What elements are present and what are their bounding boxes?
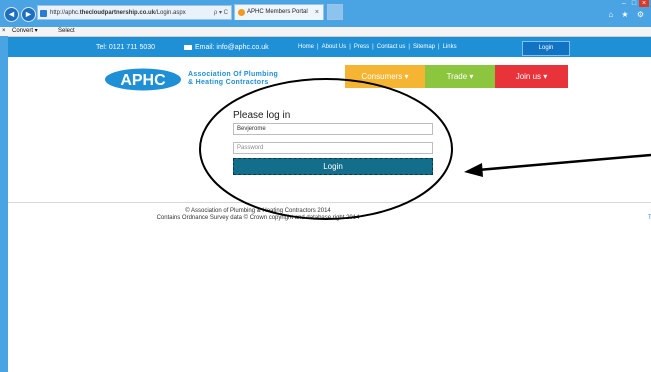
mail-icon (184, 44, 192, 50)
window-controls: – □ × (619, 0, 649, 8)
password-input[interactable]: Password (233, 142, 433, 154)
page-content: Tel: 0121 711 5030 Email: info@aphc.co.u… (8, 37, 651, 372)
site-favicon-icon (40, 10, 47, 17)
url-path: /Login.aspx (155, 10, 186, 16)
header-email-text: Email: info@aphc.co.uk (195, 44, 269, 51)
logo-line-2: & Heating Contractors (188, 79, 269, 86)
select-button[interactable]: Select (58, 27, 75, 36)
close-window-button[interactable]: × (639, 0, 649, 7)
login-heading: Please log in (233, 110, 291, 121)
header-links: Home | About Us | Press | Contact us | Sitemap | L… (298, 44, 457, 50)
new-tab-button[interactable] (327, 4, 343, 20)
url-prefix: http://aphc. (50, 10, 80, 16)
menu-trade[interactable]: Trade ▾ (425, 65, 495, 88)
nav-link-press[interactable]: Press (354, 44, 369, 50)
nav-link-links[interactable]: Links (443, 44, 457, 50)
nav-separator: | (349, 44, 351, 50)
aphc-logo[interactable]: APHC (104, 68, 182, 91)
logo-line-1: Association Of Plumbing (188, 71, 279, 78)
tab-close-icon[interactable]: × (315, 5, 319, 20)
header-email[interactable]: Email: info@aphc.co.uk (184, 44, 269, 51)
username-input[interactable]: Bevjerome (233, 123, 433, 135)
nav-separator: | (317, 44, 319, 50)
header-phone: Tel: 0121 711 5030 (96, 44, 156, 51)
title-bar: ◄ ► http://aphc.thecloudpartnership.co.u… (0, 0, 651, 30)
footer-copyright: © Association of Plumbing & Heating Cont… (185, 208, 331, 214)
forward-button[interactable]: ► (21, 7, 36, 22)
header-login-button[interactable]: Login (522, 41, 570, 56)
menu-join-us[interactable]: Join us ▾ (495, 65, 568, 88)
window-frame-left (0, 36, 8, 372)
nav-link-about-us[interactable]: About Us (322, 44, 347, 50)
select-label: Select (58, 28, 75, 34)
browser-tools-icons[interactable]: ⌂ ★ ⚙ (608, 10, 647, 19)
nav-separator: | (408, 44, 410, 50)
command-bar-close-icon[interactable]: × (2, 27, 6, 36)
login-button[interactable]: Login (233, 158, 433, 175)
convert-button[interactable]: Convert ▾ (12, 27, 38, 36)
header-top-bar: Tel: 0121 711 5030 Email: info@aphc.co.u… (8, 37, 651, 57)
menu-consumers[interactable]: Consumers ▾ (345, 65, 425, 88)
footer-divider (8, 202, 651, 203)
tab-title: APHC Members Portal (247, 9, 308, 15)
maximize-button[interactable]: □ (629, 0, 639, 7)
nav-link-sitemap[interactable]: Sitemap (413, 44, 435, 50)
url-host: thecloudpartnership.co.uk (79, 10, 156, 16)
convert-label: Convert ▾ (12, 28, 38, 34)
logo-name: Association Of Plumbing & Heating Contra… (188, 71, 278, 87)
address-bar[interactable]: http://aphc.thecloudpartnership.co.uk/Lo… (37, 5, 232, 20)
footer-ordnance-notice: Contains Ordnance Survey data © Crown co… (156, 215, 360, 221)
browser-chrome: ◄ ► http://aphc.thecloudpartnership.co.u… (0, 0, 651, 37)
back-button[interactable]: ◄ (4, 7, 19, 22)
nav-separator: | (372, 44, 374, 50)
nav-link-contact-us[interactable]: Contact us (377, 44, 406, 50)
tab-favicon-icon (238, 9, 245, 16)
nav-separator: | (438, 44, 440, 50)
tab-aphc-members-portal[interactable]: APHC Members Portal × (234, 4, 324, 20)
nav-link-home[interactable]: Home (298, 44, 314, 50)
logo-mark: APHC (120, 72, 166, 89)
minimize-button[interactable]: – (619, 0, 629, 7)
command-bar: × Convert ▾ Select (0, 27, 651, 37)
address-tools[interactable]: ρ ▾ C (214, 6, 228, 19)
